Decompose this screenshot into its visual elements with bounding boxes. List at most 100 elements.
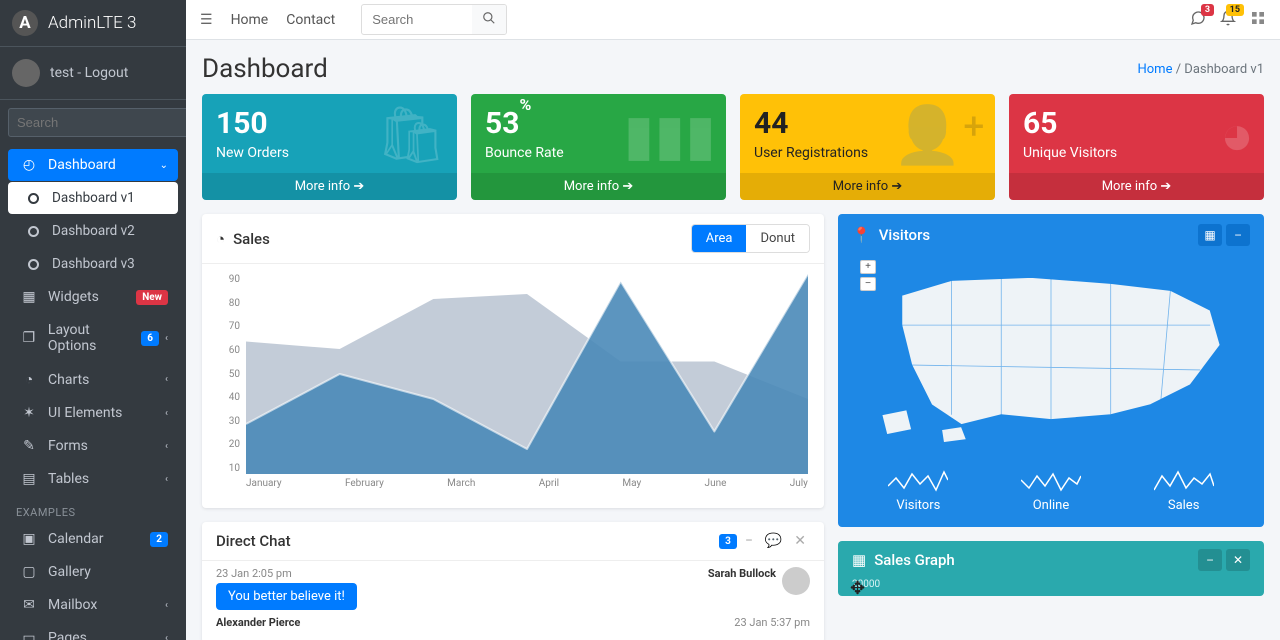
direct-chat-card: Direct Chat 3 − 💬 ✕ 23 Jan 2:05 pm Sarah… bbox=[202, 522, 824, 640]
sidebar-item-widgets[interactable]: ▦ Widgets New bbox=[8, 281, 178, 313]
card-title: Visitors bbox=[879, 226, 930, 244]
spark-label: Sales bbox=[1154, 498, 1214, 513]
brand-text: AdminLTE 3 bbox=[48, 13, 136, 33]
circle-icon bbox=[22, 193, 44, 204]
collapse-button[interactable]: − bbox=[1198, 549, 1222, 571]
more-info-link[interactable]: More info ➔ bbox=[1009, 173, 1264, 200]
calendar-button[interactable]: ▦ bbox=[1198, 224, 1222, 246]
pie-icon: ◔ bbox=[18, 371, 40, 388]
sidebar-item-gallery[interactable]: ▢ Gallery bbox=[8, 556, 178, 588]
sidebar-item-forms[interactable]: ✎ Forms ‹ bbox=[8, 430, 178, 462]
bag-icon: 🛍 bbox=[376, 102, 447, 168]
sidebar-item-charts[interactable]: ◔ Charts ‹ bbox=[8, 363, 178, 396]
chat-count-badge: 3 bbox=[719, 534, 737, 549]
close-button[interactable]: ✕ bbox=[1226, 549, 1250, 571]
sidebar-item-label: Pages bbox=[48, 630, 87, 640]
brand[interactable]: A AdminLTE 3 bbox=[0, 0, 186, 47]
tree-icon: ✶ bbox=[18, 405, 40, 421]
spark-label: Online bbox=[1021, 498, 1081, 513]
sidebar-item-dashboard[interactable]: ◴ Dashboard ⌄ bbox=[8, 149, 178, 181]
user-plus-icon: 👤⁺ bbox=[893, 102, 985, 168]
stat-user-reg: 44 User Registrations 👤⁺ More info ➔ bbox=[740, 94, 995, 200]
breadcrumb: Home / Dashboard v1 bbox=[1137, 62, 1264, 77]
stat-value: 65 bbox=[1023, 106, 1250, 141]
menu-toggle-icon[interactable]: ☰ bbox=[200, 12, 213, 28]
chat-sender: Sarah Bullock bbox=[708, 567, 776, 580]
envelope-icon: ✉ bbox=[18, 597, 40, 613]
sales-graph-card: ▦Sales Graph − ✕ 20000 bbox=[838, 541, 1264, 596]
sidebar-item-label: Calendar bbox=[48, 531, 104, 547]
breadcrumb-current: Dashboard v1 bbox=[1184, 62, 1264, 77]
sidebar-item-pages[interactable]: ▭ Pages ‹ bbox=[8, 622, 178, 640]
more-info-link[interactable]: More info ➔ bbox=[471, 173, 726, 200]
sidebar-item-label: Tables bbox=[48, 471, 89, 487]
grid-icon: ▦ bbox=[852, 551, 866, 569]
sidebar-item-label: Dashboard bbox=[48, 157, 116, 173]
collapse-button[interactable]: − bbox=[1226, 224, 1250, 246]
sidebar-item-ui[interactable]: ✶ UI Elements ‹ bbox=[8, 397, 178, 429]
topbar-search-button[interactable] bbox=[472, 5, 506, 34]
chat-notification-icon[interactable]: 3 bbox=[1190, 10, 1206, 30]
table-icon: ▤ bbox=[18, 471, 40, 487]
chat-bubble: You better believe it! bbox=[216, 583, 357, 610]
user-panel[interactable]: test - Logout bbox=[0, 47, 186, 100]
edit-icon: ✎ bbox=[18, 438, 40, 454]
collapse-icon[interactable]: − bbox=[741, 533, 757, 549]
stat-new-orders: 150 New Orders 🛍 More info ➔ bbox=[202, 94, 457, 200]
chat-sender: Alexander Pierce bbox=[216, 616, 300, 629]
bell-notification-icon[interactable]: 15 bbox=[1220, 10, 1236, 30]
circle-icon bbox=[22, 226, 44, 237]
fullscreen-icon[interactable] bbox=[1250, 10, 1266, 30]
sparkline-visitors: Visitors bbox=[888, 466, 948, 513]
sales-area-chart: 908070605040302010 JanuaryFebruaryMarchA… bbox=[216, 274, 810, 494]
chat-time: 23 Jan 5:37 pm bbox=[734, 616, 810, 629]
gauge-icon: ◴ bbox=[18, 157, 40, 173]
sidebar-item-label: Dashboard v2 bbox=[52, 223, 135, 239]
stat-unique-visitors: 65 Unique Visitors ◕ More info ➔ bbox=[1009, 94, 1264, 200]
pin-icon: 📍 bbox=[852, 226, 871, 244]
book-icon: ▭ bbox=[18, 630, 40, 640]
circle-icon bbox=[22, 259, 44, 270]
topbar-link-home[interactable]: Home bbox=[231, 12, 269, 28]
pie-icon: ◔ bbox=[216, 230, 225, 248]
grid-icon: ▦ bbox=[18, 289, 40, 305]
sidebar-item-label: Forms bbox=[48, 438, 88, 454]
sidebar-item-tables[interactable]: ▤ Tables ‹ bbox=[8, 463, 178, 495]
sidebar-item-label: Gallery bbox=[48, 564, 91, 580]
card-title: Direct Chat bbox=[216, 532, 291, 550]
breadcrumb-home[interactable]: Home bbox=[1137, 62, 1172, 77]
calendar-icon: ▣ bbox=[18, 531, 40, 547]
sidebar-item-label: UI Elements bbox=[48, 405, 122, 421]
chat-time: 23 Jan 2:05 pm bbox=[216, 567, 292, 580]
badge-count: 2 bbox=[150, 532, 168, 547]
sidebar-item-label: Charts bbox=[48, 372, 89, 388]
topbar-link-contact[interactable]: Contact bbox=[286, 12, 335, 28]
comments-icon[interactable]: 💬 bbox=[761, 533, 786, 549]
chevron-left-icon: ‹ bbox=[165, 408, 168, 419]
sidebar-item-calendar[interactable]: ▣ Calendar 2 bbox=[8, 523, 178, 555]
chevron-left-icon: ‹ bbox=[165, 333, 168, 344]
page-title: Dashboard bbox=[202, 54, 328, 84]
sidebar-item-dashboard-v2[interactable]: Dashboard v2 bbox=[8, 215, 178, 247]
avatar bbox=[12, 59, 40, 87]
tab-area[interactable]: Area bbox=[692, 225, 747, 252]
sidebar-item-dashboard-v3[interactable]: Dashboard v3 bbox=[8, 248, 178, 280]
tab-donut[interactable]: Donut bbox=[746, 225, 809, 252]
avatar bbox=[782, 567, 810, 595]
usa-map[interactable] bbox=[852, 254, 1250, 456]
badge-count: 6 bbox=[141, 331, 159, 346]
sidebar-item-layout[interactable]: ❐ Layout Options 6 ‹ bbox=[8, 314, 178, 362]
sidebar-item-dashboard-v1[interactable]: Dashboard v1 bbox=[8, 182, 178, 214]
close-icon[interactable]: ✕ bbox=[790, 533, 810, 549]
sales-graph-tick: 20000 bbox=[838, 579, 1264, 596]
topbar-search-input[interactable] bbox=[362, 6, 472, 33]
sidebar-item-mailbox[interactable]: ✉ Mailbox ‹ bbox=[8, 589, 178, 621]
zoom-in-button[interactable]: + bbox=[860, 260, 876, 274]
sidebar-item-label: Layout Options bbox=[48, 322, 141, 354]
more-info-link[interactable]: More info ➔ bbox=[202, 173, 457, 200]
zoom-out-button[interactable]: − bbox=[860, 277, 876, 291]
chevron-left-icon: ‹ bbox=[165, 374, 168, 385]
copy-icon: ❐ bbox=[18, 330, 40, 346]
sidebar-search-input[interactable] bbox=[8, 108, 186, 137]
more-info-link[interactable]: More info ➔ bbox=[740, 173, 995, 200]
